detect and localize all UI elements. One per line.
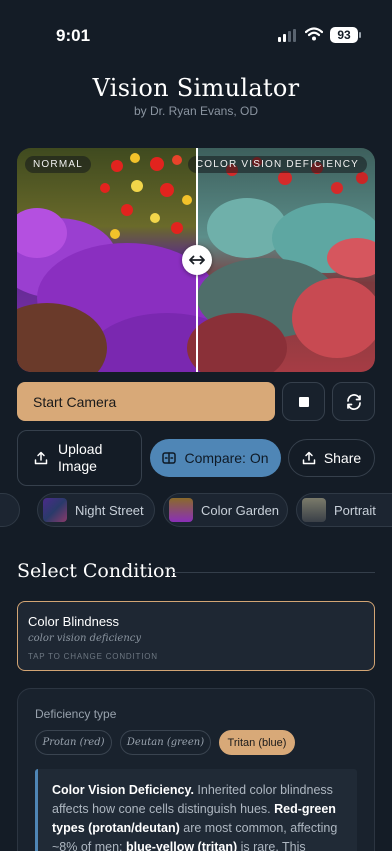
- sample-chip-partial[interactable]: [0, 493, 20, 527]
- sample-label: Color Garden: [201, 502, 280, 518]
- share-icon: [302, 451, 316, 465]
- stop-icon: [298, 396, 309, 407]
- condition-name: Color Blindness: [28, 614, 120, 629]
- wifi-icon: [305, 27, 323, 41]
- color-garden-thumbnail: [169, 498, 193, 522]
- option-protan[interactable]: Protan (red): [35, 730, 112, 755]
- comparison-view[interactable]: NORMAL COLOR VISION DEFICIENCY: [17, 148, 375, 372]
- switch-camera-icon: [346, 393, 361, 410]
- sample-color-garden[interactable]: Color Garden: [163, 493, 288, 527]
- night-street-thumbnail: [43, 498, 67, 522]
- deficiency-label: COLOR VISION DEFICIENCY: [187, 156, 367, 173]
- sample-portrait[interactable]: Portrait: [296, 493, 392, 527]
- condition-hint: TAP TO CHANGE CONDITION: [28, 652, 158, 661]
- share-label: Share: [323, 450, 362, 466]
- switch-camera-button[interactable]: [332, 382, 375, 421]
- signal-icon: [278, 29, 298, 42]
- section-title: Select Condition: [17, 560, 177, 582]
- compare-icon: [162, 452, 177, 464]
- sample-label: Night Street: [75, 502, 144, 518]
- section-divider: [172, 572, 375, 573]
- share-button[interactable]: Share: [288, 439, 375, 477]
- app-subtitle: by Dr. Ryan Evans, OD: [133, 104, 259, 118]
- portrait-thumbnail: [302, 498, 326, 522]
- sample-label: Portrait: [334, 502, 376, 518]
- info-bold: blue-yellow (tritan): [126, 840, 238, 851]
- app-title: Vision Simulator: [92, 74, 300, 102]
- battery-level: 93: [337, 28, 351, 42]
- settings-panel: Deficiency type Protan (red) Deutan (gre…: [17, 688, 375, 851]
- condition-selector[interactable]: Color Blindness color vision deficiency …: [17, 601, 375, 671]
- status-time: 9:01: [56, 26, 91, 45]
- upload-icon: [34, 451, 48, 465]
- info-heading: Color Vision Deficiency.: [52, 783, 194, 797]
- compare-label: Compare: On: [184, 450, 269, 466]
- condition-info: Color Vision Deficiency. Inherited color…: [35, 769, 357, 851]
- sample-night-street[interactable]: Night Street: [37, 493, 155, 527]
- option-deutan[interactable]: Deutan (green): [120, 730, 211, 755]
- condition-description: color vision deficiency: [28, 633, 142, 644]
- sample-images-carousel[interactable]: Night Street Color Garden Portrait: [0, 493, 392, 527]
- stop-button[interactable]: [282, 382, 325, 421]
- start-camera-button[interactable]: Start Camera: [17, 382, 275, 421]
- upload-image-label: Upload Image: [58, 441, 103, 474]
- deficiency-type-label: Deficiency type: [35, 707, 117, 721]
- upload-image-button[interactable]: Upload Image: [17, 430, 142, 486]
- battery-icon: 93: [330, 27, 361, 43]
- option-tritan[interactable]: Tritan (blue): [219, 730, 295, 755]
- normal-label: NORMAL: [25, 156, 91, 173]
- swap-horizontal-icon[interactable]: [182, 245, 212, 275]
- status-bar: 9:01 93: [0, 0, 392, 60]
- compare-toggle[interactable]: Compare: On: [150, 439, 281, 477]
